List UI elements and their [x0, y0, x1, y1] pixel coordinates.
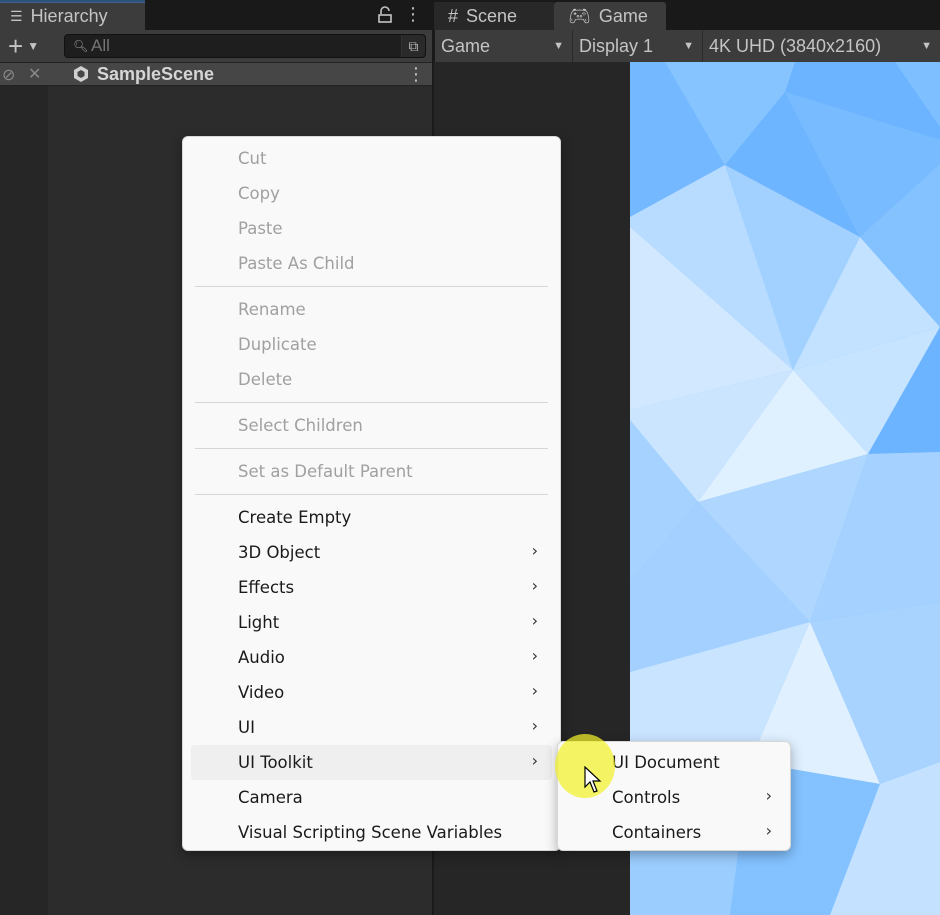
tab-scene[interactable]: # Scene: [434, 2, 554, 30]
tab-hierarchy-label: Hierarchy: [30, 5, 108, 26]
submenu-item-label: Containers: [612, 823, 702, 842]
menu-item-label: UI: [238, 718, 255, 737]
menu-separator: [195, 402, 548, 403]
menu-item-label: Set as Default Parent: [238, 462, 413, 481]
tab-game-label: Game: [598, 5, 648, 26]
menu-item-create-empty[interactable]: Create Empty: [191, 500, 552, 535]
menu-item-camera[interactable]: Camera: [191, 780, 552, 815]
menu-item-ui[interactable]: UI ›: [191, 710, 552, 745]
menu-item-label: Select Children: [238, 416, 363, 435]
picking-disabled-icon[interactable]: ✕: [28, 64, 41, 84]
menu-item-label: Audio: [238, 648, 285, 667]
menu-item-ui-toolkit[interactable]: UI Toolkit ›: [191, 745, 552, 780]
submenu-item-label: UI Document: [612, 753, 720, 772]
scene-row[interactable]: ⊘ ✕ SampleScene ⋮: [0, 62, 432, 86]
chevron-right-icon: ›: [531, 681, 538, 700]
submenu-item-containers[interactable]: Containers ›: [564, 815, 786, 850]
menu-item-duplicate: Duplicate: [191, 327, 552, 362]
menu-item-label: UI Toolkit: [238, 753, 313, 772]
submenu-item-label: Controls: [612, 788, 681, 807]
gamepad-icon: 🎮︎: [568, 5, 591, 26]
menu-item-cut: Cut: [191, 141, 552, 176]
caret-down-icon: ▼: [683, 40, 694, 52]
menu-item-label: Camera: [238, 788, 303, 807]
chevron-right-icon: ›: [531, 541, 538, 560]
menu-item-rename: Rename: [191, 292, 552, 327]
unity-editor: ☰ Hierarchy ⋮ + ▼ 🔍︎ ⧉ ⊘ ✕: [0, 0, 940, 915]
caret-down-icon: ▼: [27, 39, 40, 53]
search-input[interactable]: [91, 36, 401, 56]
search-expand-icon[interactable]: ⧉: [401, 35, 425, 57]
menu-item-label: Create Empty: [238, 508, 352, 527]
menu-item-label: Video: [238, 683, 285, 702]
display-dropdown-value: Display 1: [579, 35, 654, 56]
chevron-right-icon: ›: [531, 646, 538, 665]
focus-indicator: [0, 0, 145, 3]
tab-scene-label: Scene: [466, 5, 518, 26]
resolution-dropdown[interactable]: 4K UHD (3840x2160) ▼: [703, 30, 940, 62]
mode-dropdown[interactable]: Game ▼: [435, 30, 573, 62]
menu-separator: [195, 448, 548, 449]
more-options-icon[interactable]: ⋮: [404, 5, 422, 23]
hierarchy-toolbar: + ▼ 🔍︎ ⧉: [0, 30, 432, 62]
menu-item-video[interactable]: Video ›: [191, 675, 552, 710]
menu-item-3d-object[interactable]: 3D Object ›: [191, 535, 552, 570]
menu-item-label: Light: [238, 613, 280, 632]
menu-item-light[interactable]: Light ›: [191, 605, 552, 640]
menu-item-paste-as-child: Paste As Child: [191, 246, 552, 281]
caret-down-icon: ▼: [921, 40, 932, 52]
game-toolbar: Game ▼ Display 1 ▼ 4K UHD (3840x2160) ▼: [435, 30, 940, 62]
mouse-cursor-icon: [584, 766, 602, 793]
menu-item-label: Rename: [238, 300, 306, 319]
scene-name: SampleScene: [97, 64, 215, 84]
chevron-right-icon: ›: [765, 821, 772, 840]
unity-scene-icon: [74, 66, 88, 82]
search-icon[interactable]: 🔍︎: [73, 39, 91, 53]
list-icon: ☰: [10, 7, 23, 24]
menu-item-paste: Paste: [191, 211, 552, 246]
chevron-right-icon: ›: [531, 611, 538, 630]
menu-item-set-as-default-parent: Set as Default Parent: [191, 454, 552, 489]
menu-item-label: Duplicate: [238, 335, 317, 354]
chevron-right-icon: ›: [531, 716, 538, 735]
menu-item-label: Visual Scripting Scene Variables: [238, 823, 503, 842]
menu-item-label: Cut: [238, 149, 267, 168]
visibility-hidden-icon[interactable]: ⊘: [2, 65, 15, 85]
menu-item-visual-scripting-scene-variables[interactable]: Visual Scripting Scene Variables: [191, 815, 552, 850]
mode-dropdown-value: Game: [441, 35, 491, 56]
hash-icon: #: [448, 5, 459, 26]
create-dropdown-button[interactable]: + ▼: [8, 31, 50, 61]
hierarchy-search: 🔍︎ ⧉: [64, 34, 426, 58]
chevron-right-icon: ›: [765, 786, 772, 805]
context-menu: Cut Copy Paste Paste As Child Rename Duplicat…: [182, 136, 561, 851]
caret-down-icon: ▼: [553, 40, 564, 52]
menu-separator: [195, 494, 548, 495]
menu-item-label: Delete: [238, 370, 293, 389]
menu-item-label: Paste As Child: [238, 254, 355, 273]
chevron-right-icon: ›: [531, 576, 538, 595]
hierarchy-gutter: [0, 86, 48, 915]
menu-separator: [195, 286, 548, 287]
chevron-right-icon: ›: [531, 751, 538, 770]
menu-item-label: Copy: [238, 184, 280, 203]
menu-item-label: 3D Object: [238, 543, 321, 562]
display-dropdown[interactable]: Display 1 ▼: [573, 30, 703, 62]
menu-item-select-children: Select Children: [191, 408, 552, 443]
tab-hierarchy[interactable]: ☰ Hierarchy: [0, 2, 145, 30]
menu-item-label: Paste: [238, 219, 283, 238]
menu-item-audio[interactable]: Audio ›: [191, 640, 552, 675]
menu-item-delete: Delete: [191, 362, 552, 397]
resolution-dropdown-value: 4K UHD (3840x2160): [709, 35, 882, 56]
menu-item-copy: Copy: [191, 176, 552, 211]
tab-game[interactable]: 🎮︎ Game: [554, 2, 666, 30]
plus-icon: +: [8, 31, 24, 61]
lock-icon[interactable]: [377, 6, 393, 24]
menu-item-effects[interactable]: Effects ›: [191, 570, 552, 605]
menu-item-label: Effects: [238, 578, 295, 597]
scene-options-icon[interactable]: ⋮: [407, 64, 425, 85]
